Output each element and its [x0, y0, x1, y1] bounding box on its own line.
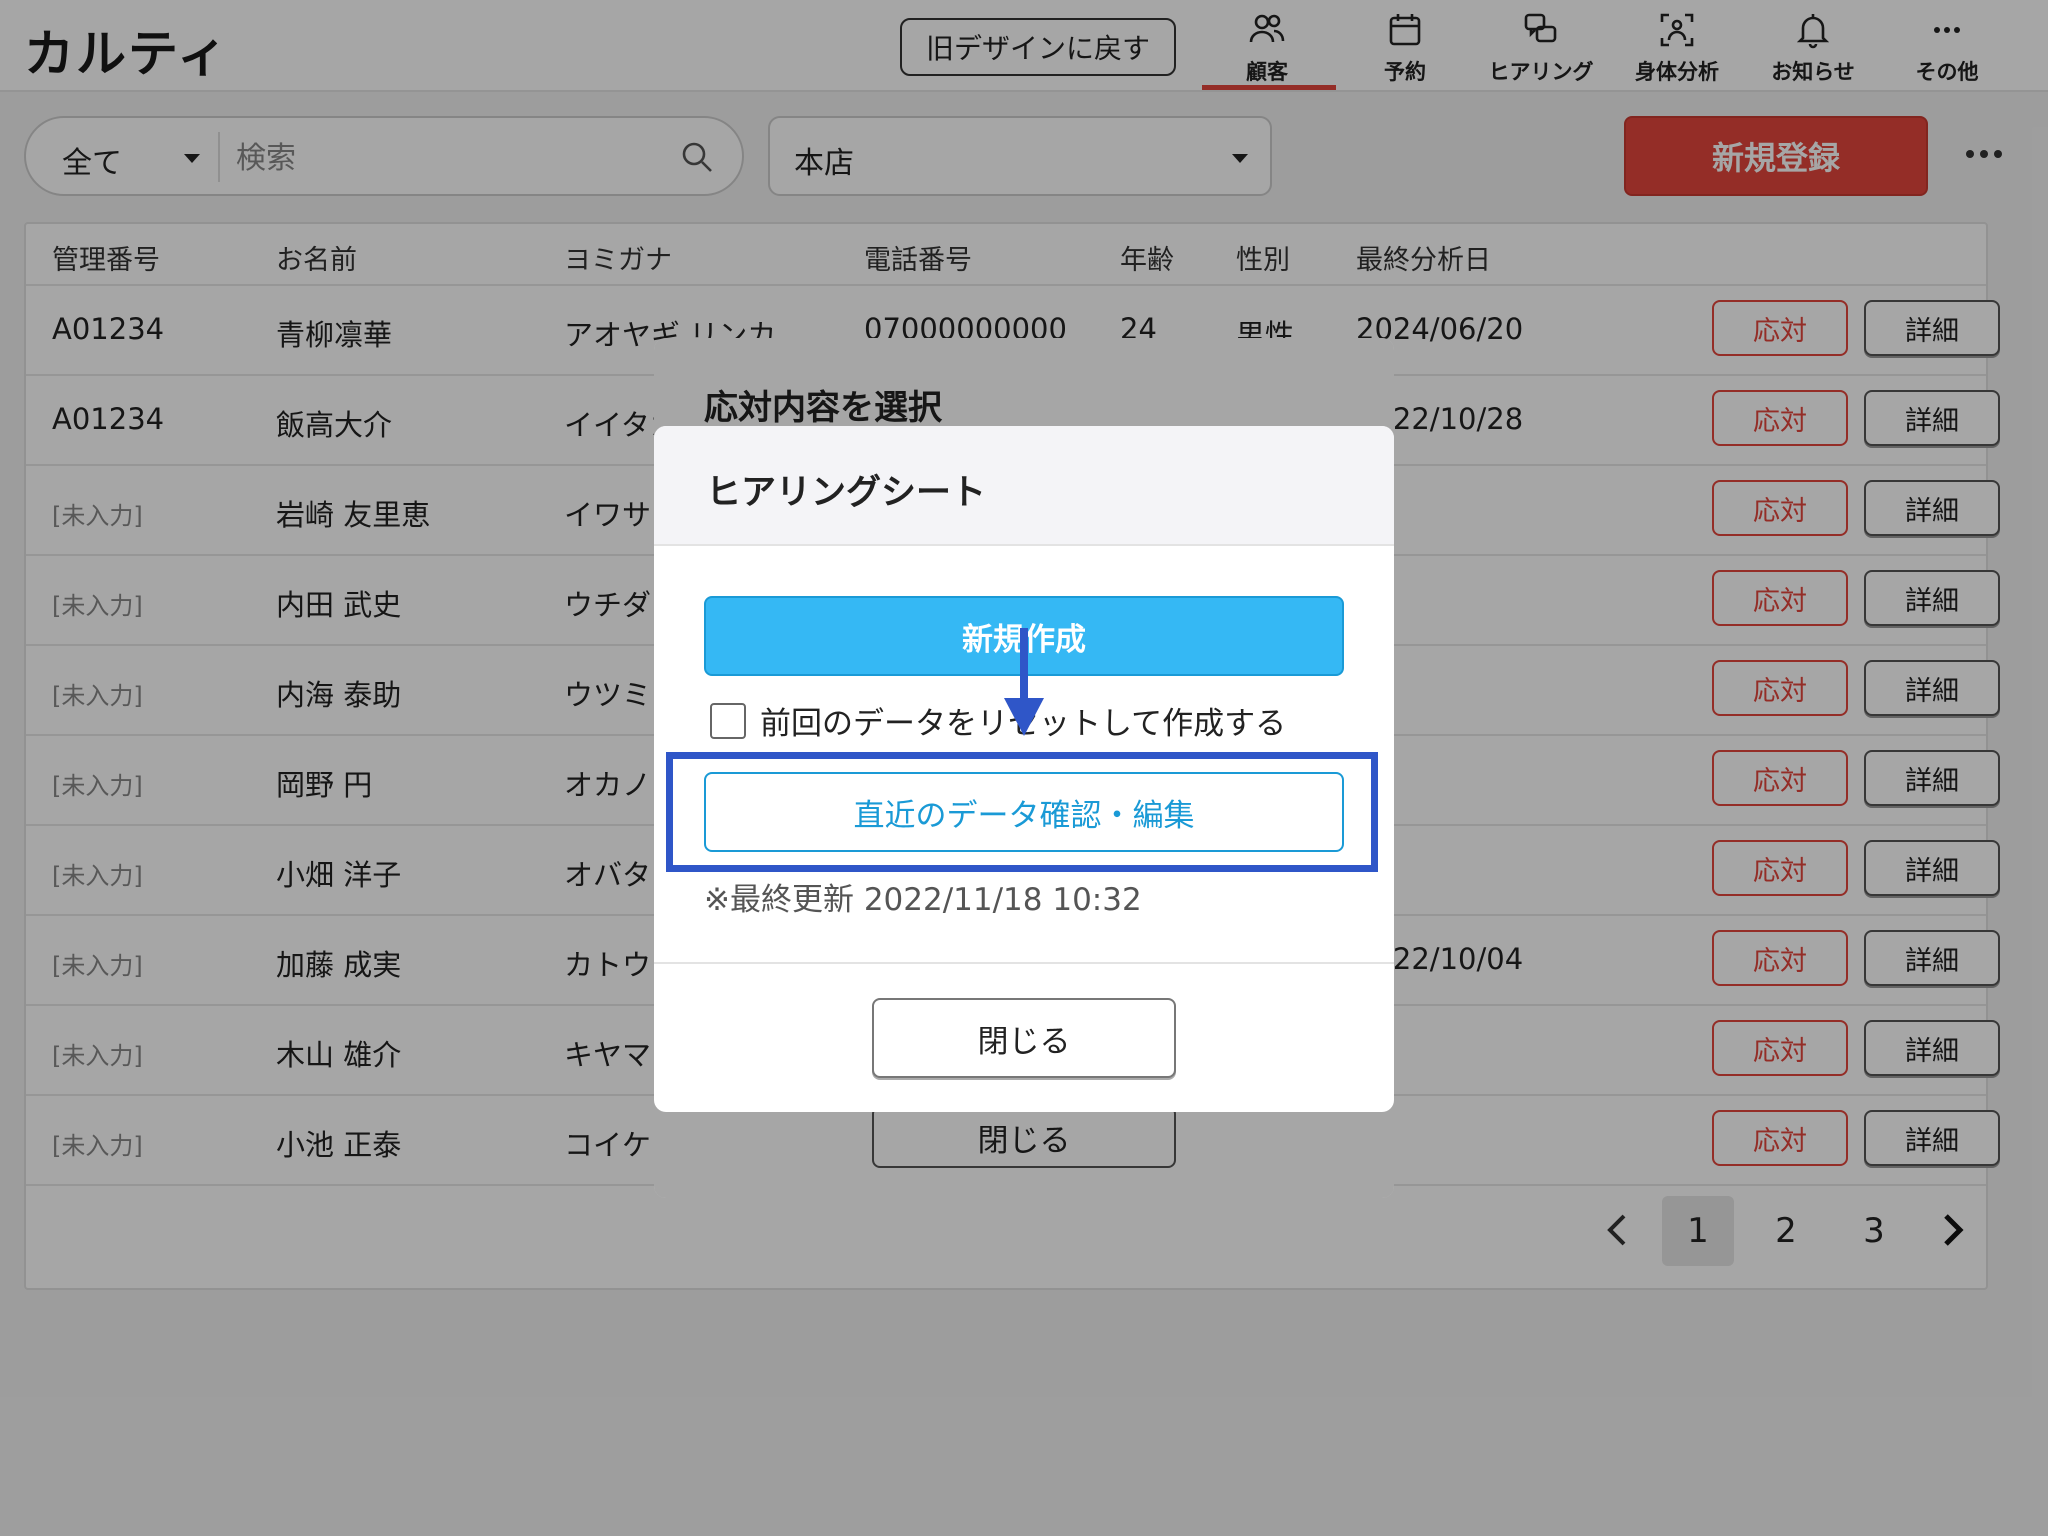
- reset-data-checkbox[interactable]: [710, 702, 746, 739]
- arrow-down-icon: [1004, 628, 1044, 736]
- edit-recent-data-button[interactable]: 直近のデータ確認・編集: [704, 772, 1344, 852]
- modal-header: ヒアリングシート: [654, 426, 1394, 546]
- reset-data-checkbox-row[interactable]: 前回のデータをリセットして作成する: [710, 698, 1286, 743]
- hearing-sheet-modal: ヒアリングシート 新規作成 前回のデータをリセットして作成する 直近のデータ確認…: [654, 426, 1394, 1112]
- modal-title: ヒアリングシート: [706, 473, 987, 513]
- divider: [654, 962, 1394, 964]
- last-updated-text: ※最終更新 2022/11/18 10:32: [704, 882, 1142, 918]
- close-button[interactable]: 閉じる: [872, 998, 1176, 1078]
